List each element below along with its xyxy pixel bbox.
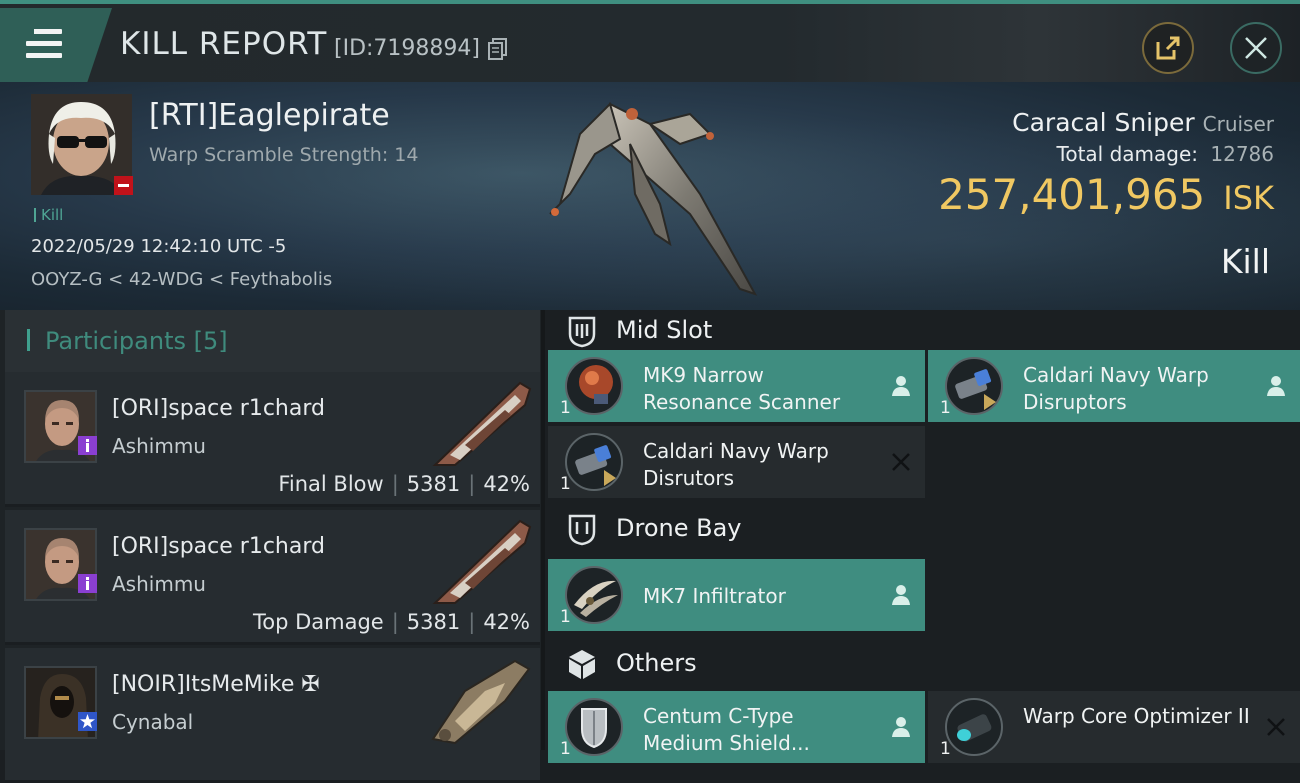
person-dropped-icon xyxy=(892,376,910,396)
item-name: MK7 Infiltrator xyxy=(643,584,786,608)
item-slot[interactable]: 1 MK9 Narrow Resonance Scanner xyxy=(548,350,925,422)
participant-ship-image[interactable] xyxy=(425,651,535,746)
cube-icon xyxy=(569,650,595,679)
total-damage-value: 12786 xyxy=(1210,142,1274,166)
participants-label: Participants [5] xyxy=(45,327,228,355)
participant-name[interactable]: [NOIR]ItsMeMike ✠ xyxy=(112,672,320,697)
kill-tag: Kill xyxy=(34,206,63,224)
victim-name[interactable]: [RTI]Eaglepirate xyxy=(149,98,390,133)
total-damage-label: Total damage: xyxy=(1056,142,1199,166)
participant-ship: Ashimmu xyxy=(112,434,206,458)
drone-bay-icon xyxy=(568,514,596,546)
participant-row[interactable]: [ORI]space r1chard Ashimmu Final Blow | 53… xyxy=(5,372,540,507)
kill-location[interactable]: OOYZ-G < 42-WDG < Feythabolis xyxy=(31,269,332,290)
item-quantity: 1 xyxy=(940,398,951,418)
participant-ship: Cynabal xyxy=(112,710,194,734)
page-title: KILL REPORT xyxy=(120,26,328,62)
warp-disruptor-icon xyxy=(945,357,1003,415)
participants-panel: Participants [5] [ORI]space r1chard Ashi… xyxy=(0,310,545,783)
participant-ship: Ashimmu xyxy=(112,572,206,596)
scanner-module-icon xyxy=(565,357,623,415)
participant-damage: 5381 xyxy=(406,472,461,496)
victim-ship[interactable]: Caracal Sniper Cruiser xyxy=(1012,108,1274,137)
corp-badge-icon xyxy=(78,574,97,593)
drone-bay-label: Drone Bay xyxy=(616,514,742,542)
participant-damage: 5381 xyxy=(406,610,461,634)
participants-header: Participants [5] xyxy=(5,310,540,372)
participant-role: Final Blow xyxy=(278,472,384,496)
item-slot[interactable]: 1 Warp Core Optimizer II xyxy=(928,691,1300,763)
item-quantity: 1 xyxy=(560,398,571,418)
report-id: [ID:7198894] xyxy=(334,36,480,61)
isk-amount: 257,401,965 xyxy=(938,170,1206,219)
destroyed-x-icon xyxy=(1267,718,1285,736)
ship-name-label: Caracal Sniper xyxy=(1012,108,1195,137)
person-dropped-icon xyxy=(1267,376,1285,396)
item-slot[interactable]: 1 MK7 Infiltrator xyxy=(548,559,925,631)
item-name: Caldari Navy Warp Disrutors xyxy=(643,439,829,490)
participant-percent: 42% xyxy=(483,610,530,634)
item-slot[interactable]: 1 Centum C-Type Medium Shield... xyxy=(548,691,925,763)
corp-badge-icon xyxy=(78,436,97,455)
participant-stats: Final Blow | 5381 | 42% xyxy=(278,472,530,496)
isk-value: 257,401,965 ISK xyxy=(938,170,1274,219)
top-bar: KILL REPORT [ID:7198894] xyxy=(0,0,1300,82)
menu-button[interactable] xyxy=(0,8,112,82)
mid-slot-icon xyxy=(568,316,596,348)
item-name: MK9 Narrow Resonance Scanner xyxy=(643,363,841,414)
victim-ship-image[interactable] xyxy=(540,84,770,304)
fitting-panel: Mid Slot 1 MK9 Narrow Resonance Scanner … xyxy=(545,310,1300,763)
kill-timestamp: 2022/05/29 12:42:10 UTC -5 xyxy=(31,236,287,257)
participant-percent: 42% xyxy=(483,472,530,496)
destroyed-x-icon xyxy=(892,453,910,471)
item-slot[interactable]: 1 Caldari Navy Warp Disrutors xyxy=(548,426,925,498)
participant-name[interactable]: [ORI]space r1chard xyxy=(112,534,325,559)
isk-unit: ISK xyxy=(1223,179,1274,217)
item-quantity: 1 xyxy=(560,607,571,627)
share-button[interactable] xyxy=(1142,22,1194,74)
item-name: Centum C-Type Medium Shield... xyxy=(643,704,810,755)
drone-icon xyxy=(565,566,623,624)
person-dropped-icon xyxy=(892,585,910,605)
star-badge-icon xyxy=(78,712,97,731)
total-damage: Total damage: 12786 xyxy=(1057,142,1274,166)
person-dropped-icon xyxy=(892,717,910,737)
shield-module-icon xyxy=(565,698,623,756)
victim-panel: [RTI]Eaglepirate Warp Scramble Strength:… xyxy=(0,82,1300,310)
item-name: Caldari Navy Warp Disruptors xyxy=(1023,363,1209,414)
warp-core-module-icon xyxy=(945,698,1003,756)
section-drone-bay: Drone Bay xyxy=(545,506,1300,556)
corp-badge-icon xyxy=(114,176,133,195)
item-slot[interactable]: 1 Caldari Navy Warp Disruptors xyxy=(928,350,1300,422)
mid-slot-label: Mid Slot xyxy=(616,316,713,344)
close-icon xyxy=(1245,37,1267,59)
copy-icon[interactable] xyxy=(488,38,508,60)
close-button[interactable] xyxy=(1230,22,1282,74)
others-label: Others xyxy=(616,649,697,677)
ship-class-label: Cruiser xyxy=(1202,112,1274,136)
section-others: Others xyxy=(545,641,1300,691)
item-quantity: 1 xyxy=(940,739,951,759)
participant-row[interactable]: [NOIR]ItsMeMike ✠ Cynabal xyxy=(5,648,540,783)
warp-disruptor-icon xyxy=(565,433,623,491)
participant-row[interactable]: [ORI]space r1chard Ashimmu Top Damage | 53… xyxy=(5,510,540,645)
item-quantity: 1 xyxy=(560,739,571,759)
result-label: Kill xyxy=(1220,242,1270,281)
item-name: Warp Core Optimizer II xyxy=(1023,704,1250,728)
participant-ship-image[interactable] xyxy=(425,513,535,608)
participant-role: Top Damage xyxy=(252,610,384,634)
participant-name[interactable]: [ORI]space r1chard xyxy=(112,396,325,421)
item-quantity: 1 xyxy=(560,474,571,494)
share-icon xyxy=(1156,36,1180,60)
warp-scramble-strength: Warp Scramble Strength: 14 xyxy=(149,144,419,166)
participant-stats: Top Damage | 5381 | 42% xyxy=(252,610,530,634)
participant-ship-image[interactable] xyxy=(425,375,535,470)
